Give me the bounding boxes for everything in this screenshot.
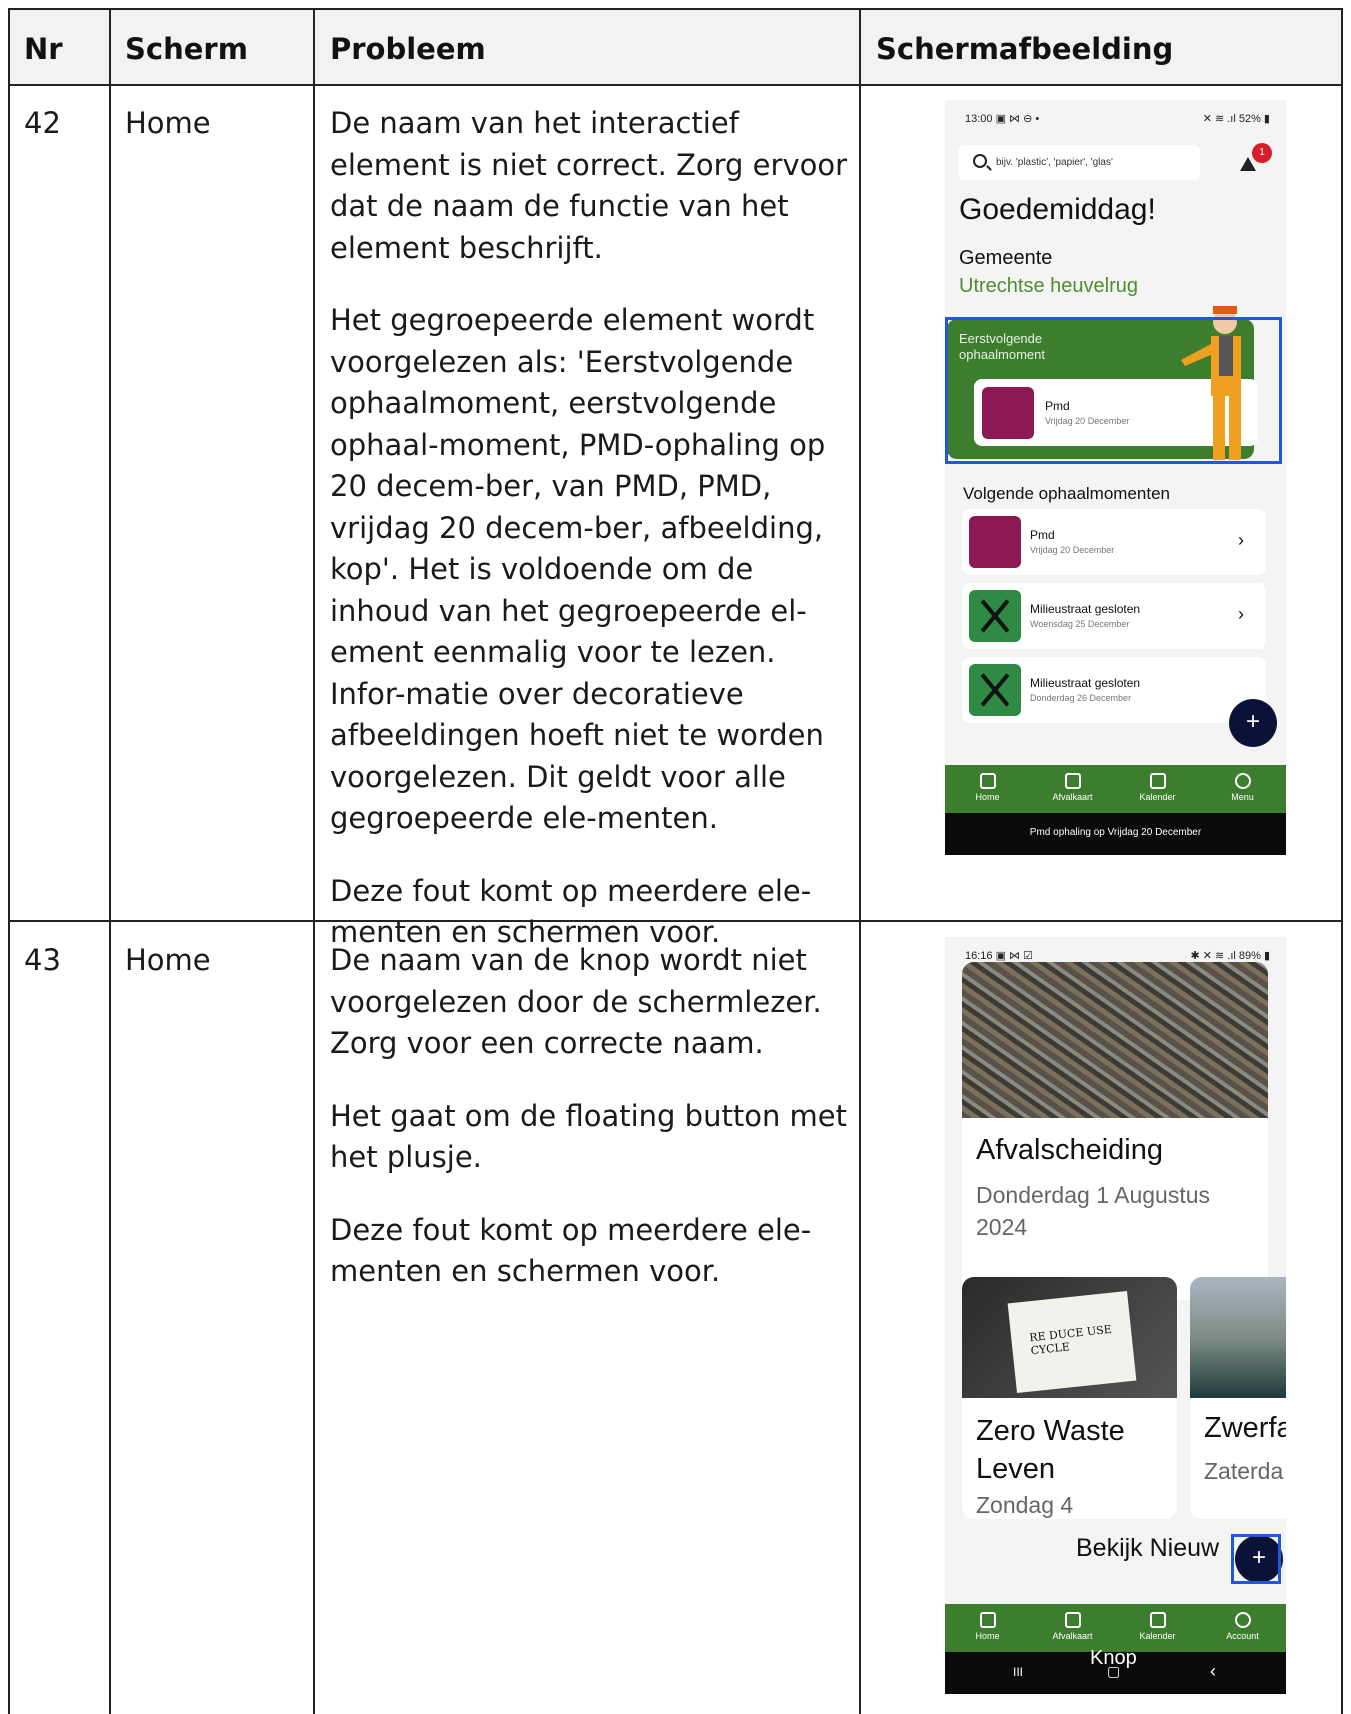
news-title: Zwerfa — [1204, 1412, 1286, 1444]
user-icon — [1234, 1612, 1251, 1628]
bottom-tab-bar: Home Afvalkaart Kalender Menu — [945, 765, 1286, 813]
probleem-paragraph: Het gegroepeerde element wordt voorgelez… — [330, 303, 826, 835]
home-icon — [979, 773, 996, 789]
add-fab-button[interactable]: + — [1229, 699, 1277, 747]
tab-label: Kalender — [1139, 792, 1176, 802]
column-divider — [859, 10, 861, 1714]
calendar-icon — [1149, 1612, 1166, 1628]
tab-account[interactable]: Account — [1200, 1604, 1285, 1652]
focus-highlight — [1231, 1534, 1281, 1584]
search-icon — [973, 154, 987, 168]
row-42-scherm: Home — [125, 106, 211, 140]
search-input[interactable]: bijv. 'plastic', 'papier', 'glas' — [958, 145, 1200, 180]
note-card: RE DUCE USE CYCLE — [1007, 1290, 1137, 1394]
status-time: 13:00 ▣ ⋈ ⊖ • — [965, 113, 1040, 125]
greeting: Goedemiddag! — [959, 193, 1156, 226]
header-probleem: Probleem — [330, 32, 486, 66]
note-text: RE DUCE USE CYCLE — [1028, 1322, 1113, 1358]
news-card[interactable]: Zwerfa Zaterda August — [1190, 1277, 1286, 1519]
tab-label: Kalender — [1139, 1631, 1176, 1641]
header-schermafbeelding: Schermafbeelding — [876, 32, 1174, 66]
notification-badge: 1 — [1252, 143, 1272, 163]
tab-afvalkaart[interactable]: Afvalkaart — [1030, 1604, 1115, 1652]
tab-label: Afvalkaart — [1052, 1631, 1093, 1641]
tab-label: Afvalkaart — [1052, 792, 1093, 802]
view-news-link[interactable]: Bekijk Nieuw — [1076, 1534, 1219, 1563]
tab-menu[interactable]: Menu — [1200, 765, 1285, 813]
item-date: Vrijdag 20 December — [1030, 545, 1115, 555]
pmd-bottle-icon — [969, 516, 1021, 568]
probleem-paragraph: Het gaat om de floating button met het p… — [330, 1098, 848, 1175]
item-name: Pmd — [1030, 528, 1055, 542]
map-icon — [1064, 773, 1081, 789]
item-name: Milieustraat gesloten — [1030, 676, 1141, 690]
row-42-nr: 42 — [24, 106, 61, 140]
status-bar: 13:00 ▣ ⋈ ⊖ • ✕ ≋ .ıl 52% ▮ — [945, 100, 1286, 126]
map-icon — [1064, 1612, 1081, 1628]
bottom-tab-bar: Home Afvalkaart Kalender Account — [945, 1604, 1286, 1652]
header-scherm: Scherm — [125, 32, 248, 66]
tab-label: Account — [1226, 1631, 1259, 1641]
row-43-probleem: De naam van de knop wordt niet voorgelez… — [330, 940, 850, 1324]
notifications-button[interactable]: 1 — [1236, 143, 1272, 176]
recent-apps-button[interactable]: III — [1013, 1665, 1023, 1679]
section-title: Volgende ophaalmomenten — [963, 484, 1170, 503]
status-time: 16:16 ▣ ⋈ ☑ — [965, 950, 1033, 962]
tab-home[interactable]: Home — [945, 1604, 1030, 1652]
tab-home[interactable]: Home — [945, 765, 1030, 813]
gemeente-label: Gemeente — [959, 247, 1053, 269]
screenshot-home-43: 16:16 ▣ ⋈ ☑ ✱ ✕ ≋ .ıl 89% ▮ Afvalscheidi… — [945, 937, 1286, 1694]
tab-kalender[interactable]: Kalender — [1115, 1604, 1200, 1652]
screenreader-caption: Knop — [1090, 1647, 1137, 1669]
status-icons: ✱ ✕ ≋ .ıl 89% ▮ — [1190, 950, 1270, 962]
home-icon — [979, 1612, 996, 1628]
row-42-probleem: De naam van het interactief element is n… — [330, 103, 850, 985]
news-card[interactable]: RE DUCE USE CYCLE Zero Waste Leven Zonda… — [962, 1277, 1177, 1519]
news-date: Zondag 4 — [976, 1492, 1074, 1518]
news-date: Zaterda August — [1204, 1458, 1286, 1484]
calendar-icon — [1149, 773, 1166, 789]
news-date: Donderdag 1 Augustus 2024 — [976, 1182, 1211, 1240]
back-button[interactable]: ‹ — [1210, 1661, 1216, 1682]
header-nr: Nr — [24, 32, 63, 66]
collection-item[interactable]: Pmd Vrijdag 20 December › — [962, 509, 1266, 575]
focus-highlight — [945, 317, 1282, 464]
user-icon — [1234, 773, 1251, 789]
chevron-right-icon: › — [1238, 604, 1244, 624]
android-nav-bar: Pmd ophaling op Vrijdag 20 December — [945, 813, 1286, 855]
row-divider — [10, 84, 1341, 86]
status-bar: 16:16 ▣ ⋈ ☑ ✱ ✕ ≋ .ıl 89% ▮ — [945, 937, 1286, 963]
item-name: Milieustraat gesloten — [1030, 602, 1141, 616]
collection-item[interactable]: Milieustraat gesloten Donderdag 26 Decem… — [962, 657, 1266, 723]
row-43-nr: 43 — [24, 943, 61, 977]
news-title: Afvalscheiding — [976, 1134, 1163, 1166]
status-icons: ✕ ≋ .ıl 52% ▮ — [1202, 113, 1270, 125]
news-card[interactable]: Afvalscheiding Donderdag 1 Augustus 2024 — [962, 962, 1268, 1300]
probleem-paragraph: De naam van het interactief element is n… — [330, 106, 848, 265]
screenreader-caption: Pmd ophaling op Vrijdag 20 December — [1029, 827, 1202, 838]
tab-label: Home — [975, 1631, 1000, 1641]
search-placeholder: bijv. 'plastic', 'papier', 'glas' — [996, 157, 1113, 168]
litter-photo — [962, 962, 1268, 1118]
probleem-paragraph: Deze fout komt op meerdere ele-menten en… — [330, 1212, 812, 1289]
row-43-scherm: Home — [125, 943, 211, 977]
item-date: Woensdag 25 December — [1030, 619, 1130, 629]
collection-item[interactable]: Milieustraat gesloten Woensdag 25 Decemb… — [962, 583, 1266, 649]
tab-label: Home — [975, 792, 1000, 802]
reduce-reuse-photo: RE DUCE USE CYCLE — [962, 1277, 1177, 1398]
tab-kalender[interactable]: Kalender — [1115, 765, 1200, 813]
screenshot-home-42: 13:00 ▣ ⋈ ⊖ • ✕ ≋ .ıl 52% ▮ bijv. 'plast… — [945, 100, 1286, 855]
probleem-paragraph: De naam van de knop wordt niet voorgelez… — [330, 943, 822, 1060]
closed-x-icon — [969, 590, 1021, 642]
tab-afvalkaart[interactable]: Afvalkaart — [1030, 765, 1115, 813]
item-date: Donderdag 26 December — [1030, 693, 1132, 703]
tab-label: Menu — [1231, 792, 1254, 802]
column-divider — [109, 10, 111, 1714]
lake-photo — [1190, 1277, 1286, 1398]
news-title: Zero Waste Leven — [976, 1415, 1125, 1485]
closed-x-icon — [969, 664, 1021, 716]
chevron-right-icon: › — [1238, 530, 1244, 550]
gemeente-name: Utrechtse heuvelrug — [959, 275, 1138, 297]
column-divider — [313, 10, 315, 1714]
